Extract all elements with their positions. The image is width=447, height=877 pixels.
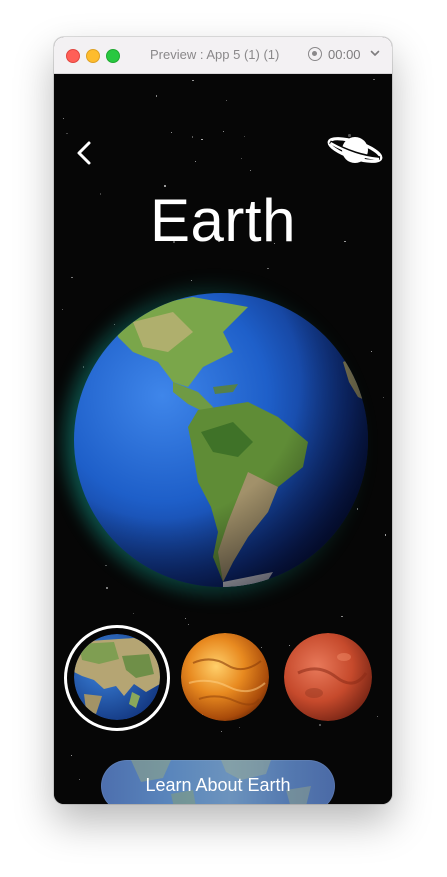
star <box>192 80 194 82</box>
star <box>71 276 73 278</box>
planet-selector <box>54 624 392 724</box>
planet-title: Earth <box>150 187 296 254</box>
star <box>318 723 322 727</box>
earth-thumb-image <box>74 634 160 720</box>
recording-timer: 00:00 <box>328 47 361 62</box>
minimize-window-button[interactable] <box>86 49 100 63</box>
star <box>79 779 81 781</box>
star <box>341 615 343 618</box>
venus-thumb-image <box>181 633 269 721</box>
title-bar: Preview : App 5 (1) (1) 00:00 <box>54 37 392 74</box>
star <box>225 99 227 101</box>
star <box>66 133 68 135</box>
star <box>223 130 225 133</box>
star <box>191 136 193 138</box>
earth-globe <box>63 282 379 598</box>
close-window-button[interactable] <box>66 49 80 63</box>
star <box>70 754 72 757</box>
app-screen: Earth Learn About Earth <box>54 74 392 804</box>
star <box>63 117 65 120</box>
star <box>370 351 372 353</box>
star <box>184 618 186 620</box>
star <box>238 726 240 728</box>
earth-globe-image <box>74 293 368 587</box>
preview-window: Preview : App 5 (1) (1) 00:00 Earth Lear… <box>54 37 392 804</box>
star <box>220 731 222 733</box>
star <box>373 79 375 81</box>
star <box>155 95 157 97</box>
planet-thumb-earth[interactable] <box>74 634 160 720</box>
star <box>62 308 64 310</box>
planet-icon[interactable] <box>326 130 384 170</box>
back-chevron-icon[interactable] <box>74 140 98 166</box>
learn-about-earth-button[interactable]: Learn About Earth <box>101 760 335 804</box>
star <box>383 397 385 399</box>
mars-thumb-image <box>284 633 372 721</box>
star <box>384 534 386 536</box>
star <box>241 157 243 159</box>
planet-thumb-mars[interactable] <box>284 633 372 721</box>
star <box>267 268 269 270</box>
window-title: Preview : App 5 (1) (1) <box>150 47 280 62</box>
star <box>194 161 196 163</box>
star <box>170 131 173 133</box>
star <box>133 612 135 614</box>
star <box>249 169 251 171</box>
planet-thumb-venus[interactable] <box>181 633 269 721</box>
star <box>201 138 203 141</box>
chevron-down-icon[interactable] <box>370 48 380 58</box>
zoom-window-button[interactable] <box>106 49 120 63</box>
star <box>243 135 246 137</box>
record-icon[interactable] <box>308 47 322 61</box>
cta-label: Learn About Earth <box>145 775 291 795</box>
star <box>191 280 193 282</box>
